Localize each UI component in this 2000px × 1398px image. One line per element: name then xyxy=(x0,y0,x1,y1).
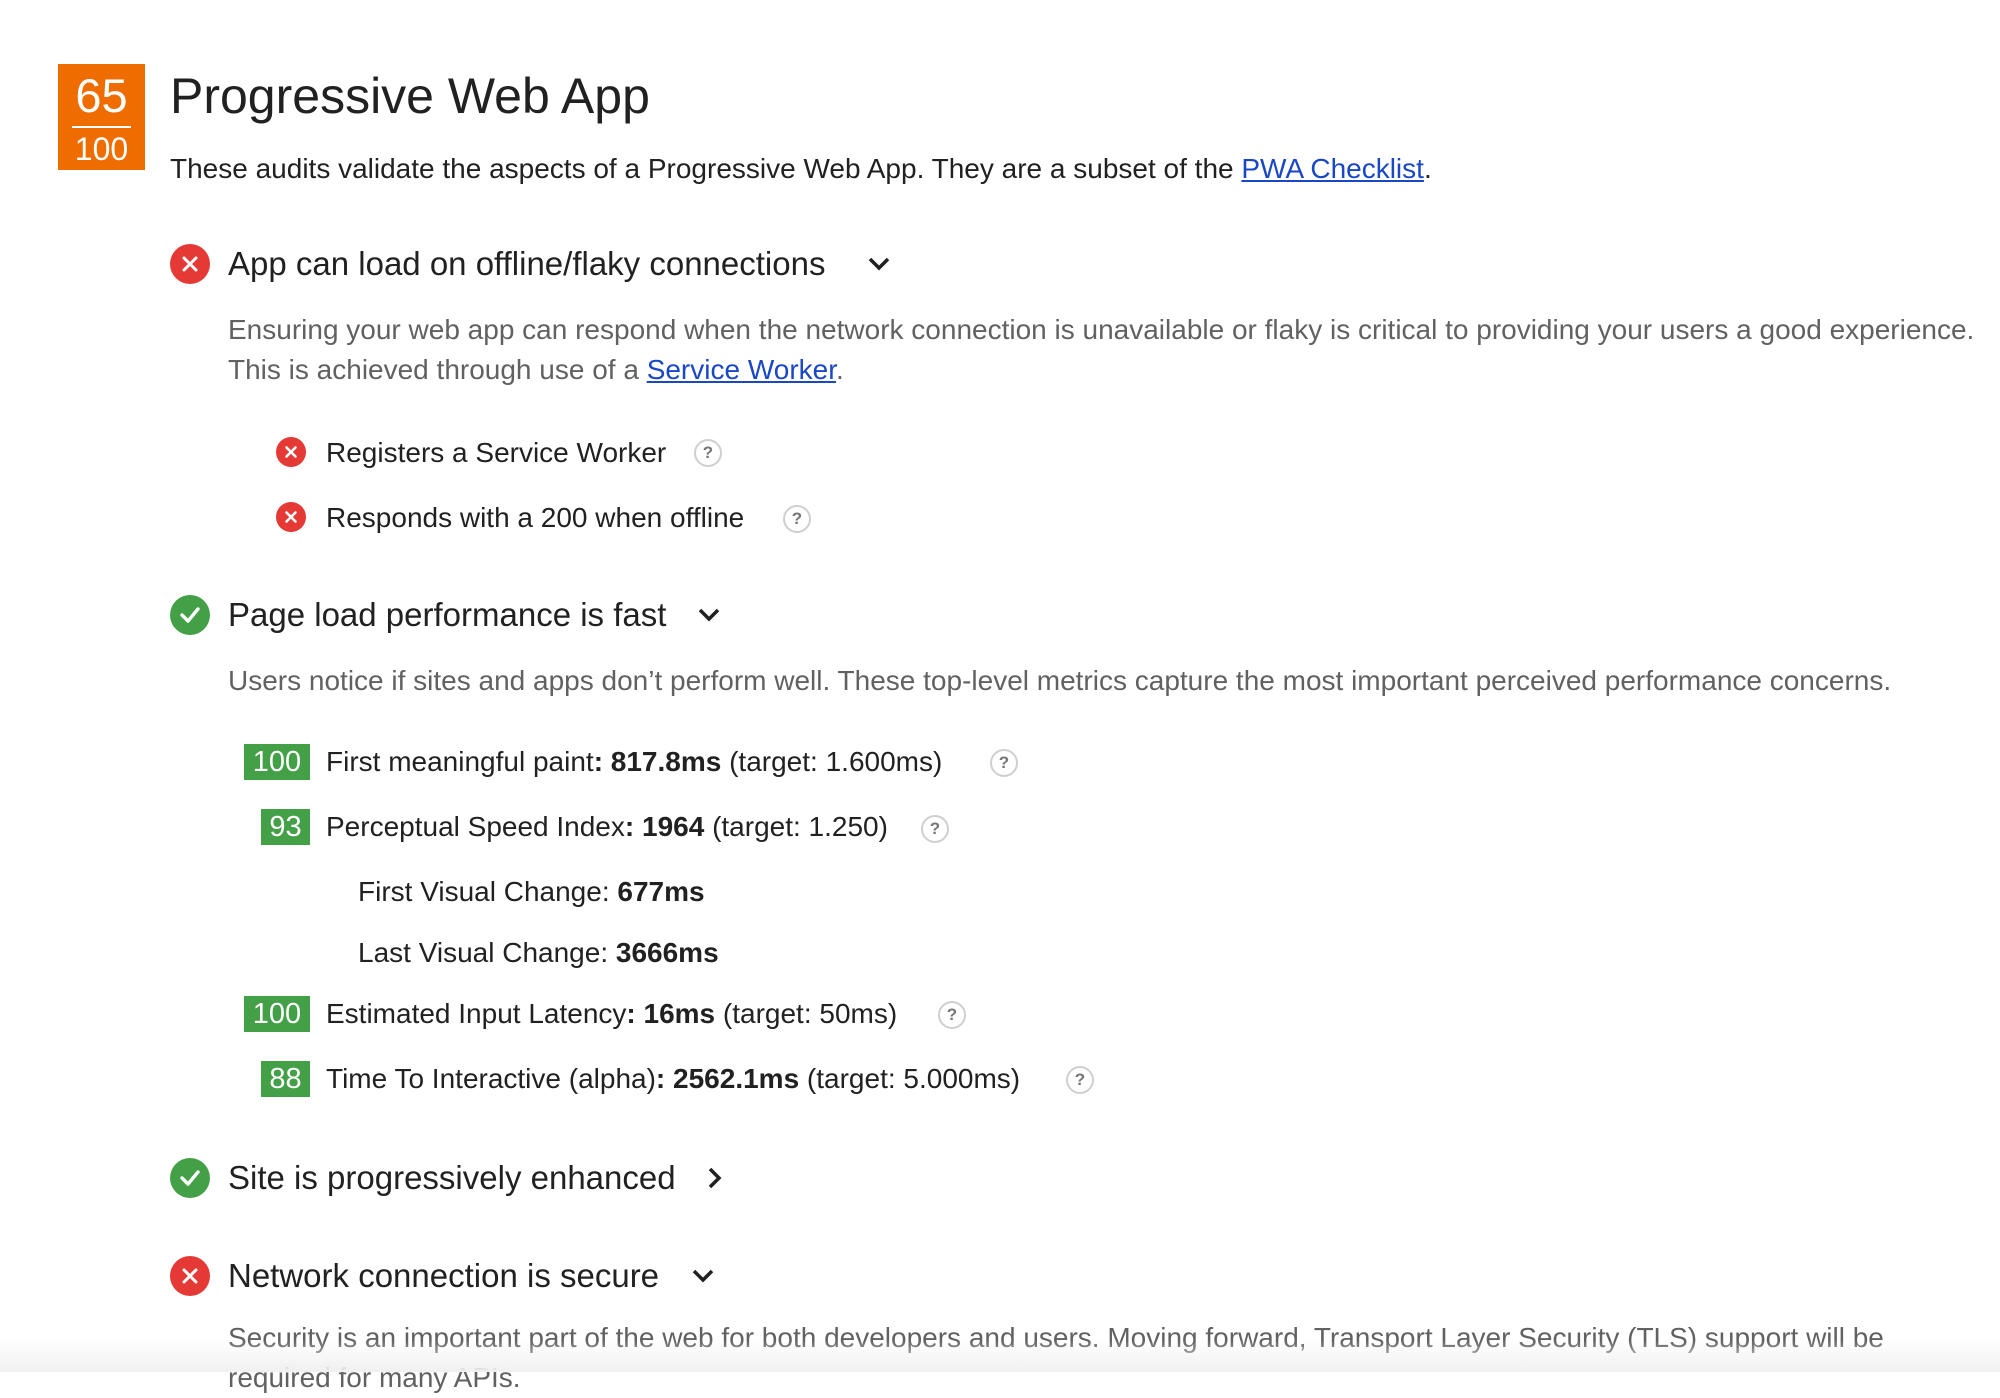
section-desc-offline-text: Ensuring your web app can respond when t… xyxy=(228,314,1975,385)
chevron-down-icon[interactable] xyxy=(695,601,723,634)
score-badge: 65 100 xyxy=(58,64,145,170)
metric-name: First meaningful paint xyxy=(326,746,594,777)
sub-metric-last-visual-change: Last Visual Change: 3666ms xyxy=(358,934,719,972)
section-title-secure-connection[interactable]: Network connection is secure xyxy=(228,1254,659,1298)
score-divider xyxy=(72,126,131,128)
bottom-fade xyxy=(0,1340,2000,1372)
metric-score-badge: 93 xyxy=(261,809,310,845)
metric-estimated-input-latency: Estimated Input Latency: 16ms (target: 5… xyxy=(326,995,897,1033)
metric-time-to-interactive: Time To Interactive (alpha): 2562.1ms (t… xyxy=(326,1060,1020,1098)
sub-metric-name: First Visual Change: xyxy=(358,876,618,907)
sub-metric-first-visual-change: First Visual Change: 677ms xyxy=(358,873,705,911)
audit-registers-sw: Registers a Service Worker xyxy=(326,437,667,468)
metric-target: (target: 1.250) xyxy=(704,811,888,842)
metric-target: (target: 50ms) xyxy=(715,998,898,1029)
metric-value: : 16ms xyxy=(626,998,716,1029)
metric-perceptual-speed-index: Perceptual Speed Index: 1964 (target: 1.… xyxy=(326,808,888,846)
help-icon[interactable]: ? xyxy=(921,815,949,843)
help-icon[interactable]: ? xyxy=(938,1001,966,1029)
audit-responds-200: Responds with a 200 when offline xyxy=(326,502,745,533)
metric-target: (target: 5.000ms) xyxy=(799,1063,1021,1094)
section-desc-performance: Users notice if sites and apps don’t per… xyxy=(228,665,1892,696)
section-title-performance[interactable]: Page load performance is fast xyxy=(228,593,666,637)
metric-score-badge: 100 xyxy=(244,744,310,780)
category-title: Progressive Web App xyxy=(170,68,650,124)
pass-check-icon xyxy=(170,595,210,635)
sub-metric-value: 677ms xyxy=(617,876,705,907)
section-desc-offline: Ensuring your web app can respond when t… xyxy=(228,310,1988,390)
chevron-down-icon[interactable] xyxy=(689,1262,717,1295)
help-icon[interactable]: ? xyxy=(783,505,811,533)
fail-x-icon xyxy=(170,244,210,284)
fail-x-icon xyxy=(276,437,306,467)
score-value: 65 xyxy=(75,69,128,122)
pwa-checklist-link[interactable]: PWA Checklist xyxy=(1241,153,1424,184)
category-description-text: These audits validate the aspects of a P… xyxy=(170,153,1242,184)
metric-value: : 1964 xyxy=(624,811,705,842)
help-icon[interactable]: ? xyxy=(990,749,1018,777)
help-icon[interactable]: ? xyxy=(1066,1066,1094,1094)
section-title-offline[interactable]: App can load on offline/flaky connection… xyxy=(228,242,825,286)
metric-score-badge: 88 xyxy=(261,1061,310,1097)
category-description: These audits validate the aspects of a P… xyxy=(170,150,1432,188)
metric-first-meaningful-paint: First meaningful paint: 817.8ms (target:… xyxy=(326,743,942,781)
metric-value: : 817.8ms xyxy=(593,746,722,777)
category-description-end: . xyxy=(1423,153,1432,184)
metric-name: Perceptual Speed Index xyxy=(326,811,625,842)
score-total: 100 xyxy=(74,131,129,167)
sub-metric-value: 3666ms xyxy=(615,937,719,968)
chevron-right-icon[interactable] xyxy=(701,1164,729,1197)
metric-name: Time To Interactive (alpha) xyxy=(326,1063,656,1094)
section-desc-offline-end: . xyxy=(836,354,844,385)
chevron-down-icon[interactable] xyxy=(865,250,893,283)
sub-metric-name: Last Visual Change: xyxy=(358,937,616,968)
metric-score-badge: 100 xyxy=(244,996,310,1032)
metric-name: Estimated Input Latency xyxy=(326,998,627,1029)
help-icon[interactable]: ? xyxy=(694,439,722,467)
fail-x-icon xyxy=(276,502,306,532)
metric-value: : 2562.1ms xyxy=(655,1063,800,1094)
fail-x-icon xyxy=(170,1256,210,1296)
metric-target: (target: 1.600ms) xyxy=(721,746,943,777)
section-title-progressive-enhancement[interactable]: Site is progressively enhanced xyxy=(228,1156,676,1200)
pass-check-icon xyxy=(170,1158,210,1198)
service-worker-link[interactable]: Service Worker xyxy=(647,354,836,385)
